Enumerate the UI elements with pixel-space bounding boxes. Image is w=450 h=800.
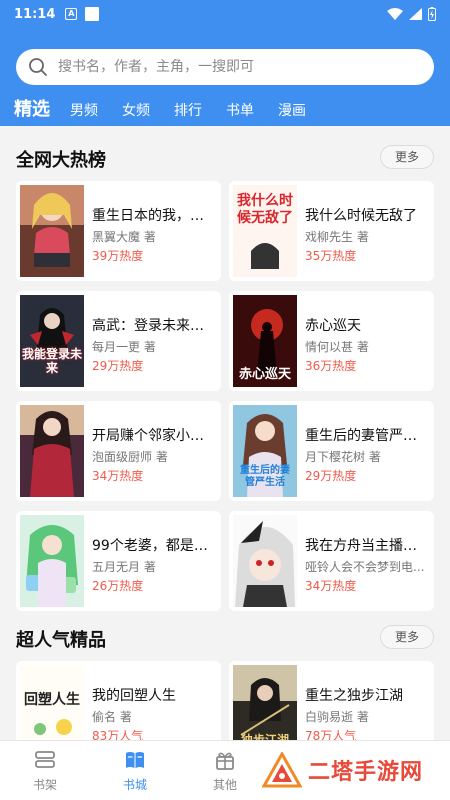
tab-female[interactable]: 女频 bbox=[122, 99, 150, 123]
book-title: 重生之独步江湖 bbox=[305, 688, 403, 704]
tab-male[interactable]: 男频 bbox=[70, 99, 98, 123]
cover-title-text: 赤心巡天 bbox=[238, 367, 291, 382]
search-icon bbox=[29, 58, 47, 76]
book-card[interactable]: 我能登录未来 高武：登录未来一... 每月一更 著 29万热度 bbox=[16, 291, 221, 391]
book-heat: 29万热度 bbox=[92, 359, 144, 373]
book-author: 情何以甚 著 bbox=[305, 340, 369, 354]
book-cover bbox=[20, 185, 84, 277]
gift-icon bbox=[216, 752, 234, 770]
book-city-icon bbox=[126, 752, 144, 768]
book-card[interactable]: 重生后的妻管严生活 重生后的妻管严生... 月下樱花树 著 29万热度 bbox=[229, 401, 434, 501]
book-heat: 26万热度 bbox=[92, 579, 144, 593]
watermark-logo-icon bbox=[262, 752, 302, 788]
book-title: 99个老婆，都是我... bbox=[92, 538, 217, 554]
book-card[interactable]: 我在方舟当主播，... 哑铃人会不会梦到电... 34万热度 bbox=[229, 511, 434, 611]
book-heat: 34万热度 bbox=[305, 579, 357, 593]
tab-ranking[interactable]: 排行 bbox=[174, 99, 202, 123]
wifi-icon bbox=[387, 8, 403, 20]
book-title: 重生后的妻管严生... bbox=[305, 428, 430, 444]
battery-icon bbox=[428, 7, 436, 21]
book-title: 我在方舟当主播，... bbox=[305, 538, 430, 554]
status-time: 11:14 bbox=[14, 6, 56, 22]
book-title: 高武：登录未来一... bbox=[92, 318, 217, 334]
book-heat: 39万热度 bbox=[92, 249, 144, 263]
book-author: 每月一更 著 bbox=[92, 340, 156, 354]
book-card[interactable]: 99个老婆，都是我... 五月无月 著 26万热度 bbox=[16, 511, 221, 611]
book-author: 泡面级厨师 著 bbox=[92, 450, 168, 464]
book-title: 重生日本的我，在... bbox=[92, 208, 217, 224]
book-cover bbox=[20, 515, 84, 607]
category-tabs: 精选 男频 女频 排行 书单 漫画 bbox=[14, 95, 330, 123]
book-card[interactable]: 重生日本的我，在... 黑翼大魔 著 39万热度 bbox=[16, 181, 221, 281]
watermark-text: 二塔手游网 bbox=[308, 760, 424, 785]
book-author: 偷名 著 bbox=[92, 710, 132, 724]
more-button-hot[interactable]: 更多 bbox=[380, 145, 434, 169]
more-button-popular[interactable]: 更多 bbox=[380, 625, 434, 649]
notification-a-icon: A bbox=[65, 8, 78, 20]
cover-title-text: 回塑人生 bbox=[24, 692, 80, 708]
book-heat: 29万热度 bbox=[305, 469, 357, 483]
book-author: 哑铃人会不会梦到电... bbox=[305, 560, 425, 574]
section-title-popular: 超人气精品 bbox=[16, 630, 106, 651]
book-cover: 赤心巡天 bbox=[233, 295, 297, 387]
book-author: 五月无月 著 bbox=[92, 560, 156, 574]
book-heat: 35万热度 bbox=[305, 249, 357, 263]
search-bar[interactable] bbox=[16, 49, 434, 85]
book-cover: 重生后的妻管严生活 bbox=[233, 405, 297, 497]
nav-book-city-label: 书城 bbox=[122, 778, 147, 792]
nav-bookshelf-label: 书架 bbox=[32, 778, 57, 792]
book-cover: 我什么时候无敌了 bbox=[233, 185, 297, 277]
tab-featured[interactable]: 精选 bbox=[14, 97, 50, 123]
book-card[interactable]: 我什么时候无敌了 我什么时候无敌了 戏柳先生 著 35万热度 bbox=[229, 181, 434, 281]
bookshelf-icon bbox=[35, 751, 55, 768]
status-bar: 11:14 A bbox=[0, 0, 450, 28]
book-author: 黑翼大魔 著 bbox=[92, 230, 156, 244]
notification-square-icon bbox=[85, 7, 100, 21]
book-title: 我什么时候无敌了 bbox=[305, 208, 417, 224]
nav-other[interactable]: 其他 bbox=[195, 749, 255, 793]
book-cover: 我能登录未来 bbox=[20, 295, 84, 387]
book-heat: 36万热度 bbox=[305, 359, 357, 373]
section-title-hot: 全网大热榜 bbox=[16, 150, 106, 171]
search-input[interactable] bbox=[58, 59, 398, 75]
signal-icon bbox=[409, 8, 422, 20]
book-card[interactable]: 开局赚个邻家小姐... 泡面级厨师 著 34万热度 bbox=[16, 401, 221, 501]
nav-bookshelf[interactable]: 书架 bbox=[15, 749, 75, 793]
watermark: 二塔手游网 bbox=[262, 752, 423, 788]
book-author: 戏柳先生 著 bbox=[305, 230, 369, 244]
tab-booklist[interactable]: 书单 bbox=[226, 99, 254, 123]
book-author: 白驹易逝 著 bbox=[305, 710, 369, 724]
book-author: 月下樱花树 著 bbox=[305, 450, 381, 464]
nav-other-label: 其他 bbox=[212, 778, 237, 792]
book-heat: 34万热度 bbox=[92, 469, 144, 483]
cover-title-text: 我能登录未来 bbox=[21, 347, 82, 375]
book-cover bbox=[20, 405, 84, 497]
book-card[interactable]: 赤心巡天 赤心巡天 情何以甚 著 36万热度 bbox=[229, 291, 434, 391]
book-title: 我的回塑人生 bbox=[92, 688, 176, 704]
book-title: 开局赚个邻家小姐... bbox=[92, 428, 217, 444]
cover-title-text: 重生后的妻管严生活 bbox=[240, 465, 290, 488]
header: 11:14 A 精选 男频 女频 排行 书单 漫画 bbox=[0, 0, 450, 126]
book-title: 赤心巡天 bbox=[305, 318, 361, 334]
book-cover bbox=[233, 515, 297, 607]
tab-comics[interactable]: 漫画 bbox=[278, 99, 306, 123]
nav-book-city[interactable]: 书城 bbox=[105, 749, 165, 793]
cover-title-text: 我什么时候无敌了 bbox=[237, 193, 293, 226]
